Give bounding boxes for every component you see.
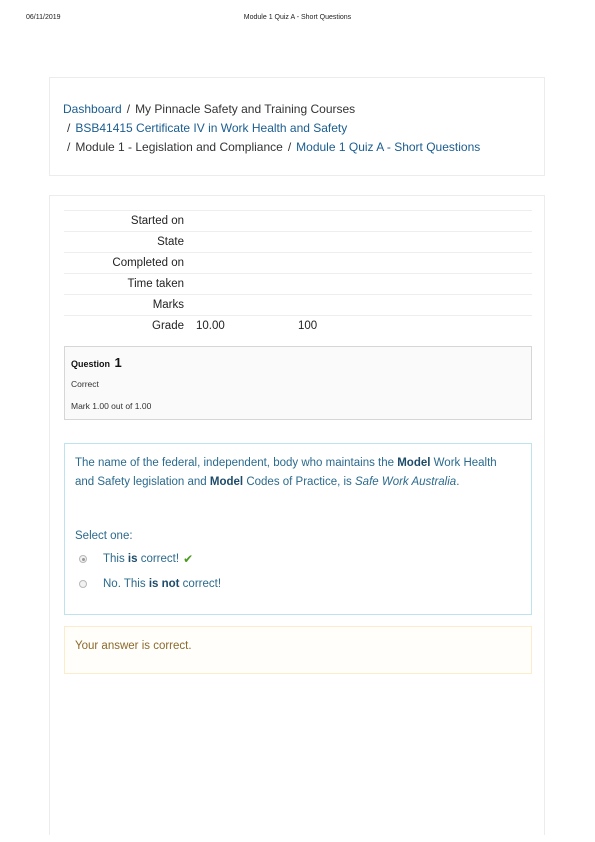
summary-label: Time taken — [127, 278, 184, 290]
breadcrumb-separator: / — [67, 140, 71, 154]
summary-value — [190, 274, 532, 295]
question-state: Correct — [71, 379, 99, 389]
table-row: Marks — [64, 294, 532, 316]
print-title: Module 1 Quiz A - Short Questions — [243, 14, 352, 21]
question-title: Question 1 — [71, 355, 122, 370]
question-number: 1 — [114, 355, 122, 370]
summary-value — [190, 295, 532, 316]
option-text: correct! — [179, 578, 222, 590]
question-text: The name of the federal, independent, bo… — [75, 454, 515, 492]
summary-value — [190, 211, 532, 232]
table-row: State — [64, 231, 532, 253]
table-row: Grade 10.00 100 — [64, 315, 532, 337]
question-content-box: The name of the federal, independent, bo… — [64, 443, 532, 615]
answer-option-label: No. This is not correct! — [103, 578, 221, 590]
question-text-part: . — [456, 476, 460, 488]
summary-label: Completed on — [112, 257, 184, 269]
select-one-label: Select one: — [75, 530, 133, 542]
option-text: correct! — [137, 553, 180, 565]
feedback-box: Your answer is correct. — [64, 626, 532, 674]
question-text-bold: Model — [209, 476, 244, 488]
summary-value — [190, 253, 532, 274]
question-text-italic: Safe Work Australia — [355, 476, 457, 488]
table-row: Time taken — [64, 273, 532, 295]
option-text: This — [103, 553, 128, 565]
question-mark: Mark 1.00 out of 1.00 — [71, 401, 152, 411]
answer-option-1[interactable]: This is correct! ✔ — [79, 552, 193, 566]
breadcrumb-separator: / — [126, 102, 131, 116]
grade-max: 100 — [298, 320, 318, 333]
option-text: No. This — [103, 578, 149, 590]
summary-label: Started on — [130, 215, 184, 227]
radio-button[interactable] — [79, 580, 87, 588]
question-info-box: Question 1 Correct Mark 1.00 out of 1.00 — [64, 346, 532, 420]
option-text-bold: is — [127, 553, 138, 565]
breadcrumb-dashboard-link[interactable]: Dashboard — [63, 102, 122, 116]
question-prefix: Question — [71, 359, 111, 369]
radio-button-checked[interactable] — [79, 555, 87, 563]
summary-label: Marks — [152, 299, 184, 311]
breadcrumb-quiz-link[interactable]: Module 1 Quiz A - Short Questions — [296, 140, 480, 154]
quiz-summary-table: Started on State Completed on Time taken… — [64, 210, 532, 337]
table-row: Completed on — [64, 252, 532, 274]
question-text-part: The name of the federal, independent, bo… — [75, 457, 398, 469]
feedback-text: Your answer is correct. — [75, 640, 192, 652]
summary-label: State — [157, 236, 184, 248]
breadcrumb-separator: / — [67, 121, 71, 135]
question-text-part: Codes of Practice, is — [243, 476, 355, 488]
summary-label: Grade — [152, 320, 184, 333]
breadcrumb-separator: / — [287, 140, 292, 154]
summary-value — [190, 232, 532, 253]
question-text-bold: Model — [397, 457, 431, 469]
grade-value: 10.00 — [196, 320, 225, 333]
table-row: Started on — [64, 210, 532, 232]
option-text-bold: is not — [148, 578, 180, 590]
breadcrumb-section: Module 1 - Legislation and Compliance — [75, 140, 283, 154]
answer-option-2[interactable]: No. This is not correct! — [79, 578, 221, 590]
check-icon: ✔ — [183, 552, 194, 566]
breadcrumb-my-courses: My Pinnacle Safety and Training Courses — [135, 102, 356, 116]
breadcrumb-course-link[interactable]: BSB41415 Certificate IV in Work Health a… — [75, 121, 347, 135]
answer-option-label: This is correct! — [103, 553, 179, 565]
